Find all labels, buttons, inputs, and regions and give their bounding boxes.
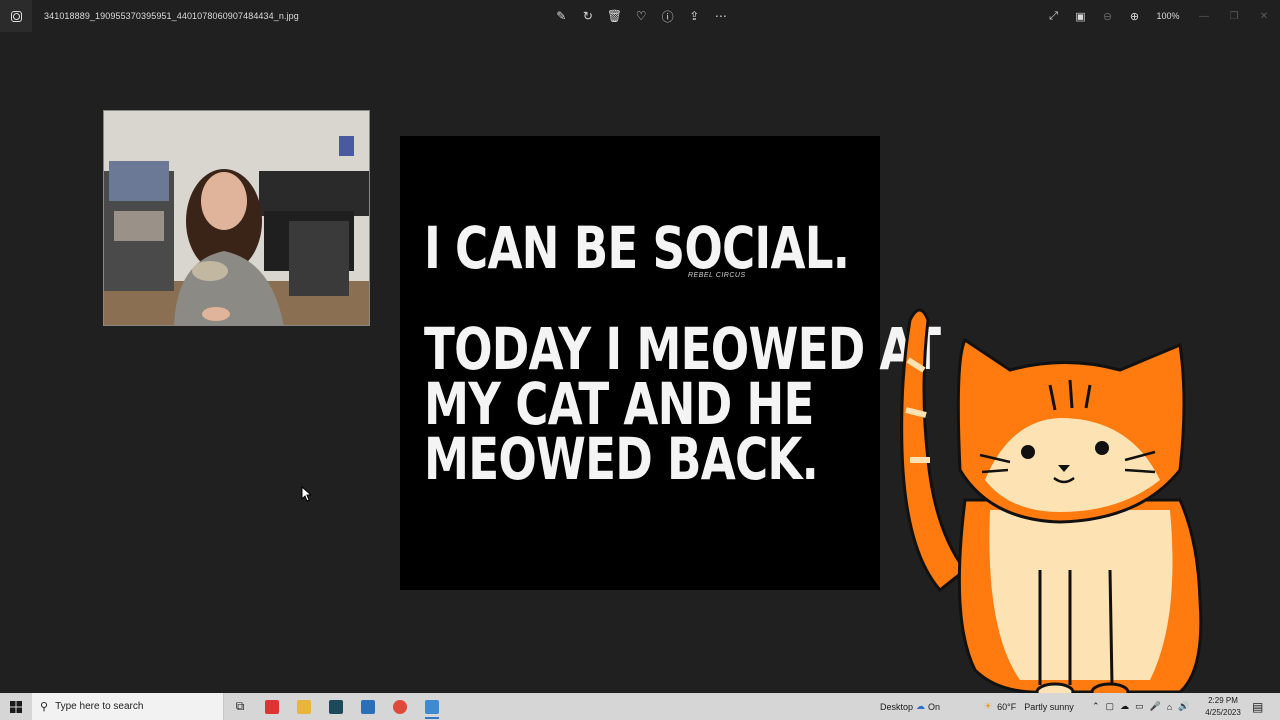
mouse-cursor-icon xyxy=(301,486,311,502)
more-icon[interactable]: ⋯ xyxy=(708,0,735,32)
tray-volume-icon[interactable]: 🔊 xyxy=(1178,701,1189,712)
desktop-label: Desktop xyxy=(880,701,914,712)
webcam-feed xyxy=(103,110,370,326)
windows-logo-icon xyxy=(10,700,22,713)
meme-image: I CAN BE SOCIAL. REBEL CIRCUS TODAY I ME… xyxy=(400,136,941,590)
webcam-image xyxy=(104,111,369,325)
tray-app-icon[interactable]: ▢ xyxy=(1106,701,1115,712)
search-icon: ⚲ xyxy=(40,701,49,713)
fit-window-icon[interactable]: ▣ xyxy=(1067,0,1094,32)
tray-network-icon[interactable]: ⌂ xyxy=(1167,702,1172,712)
taskbar: ⚲ Type here to search ⧉ xyxy=(0,693,1280,720)
tray-display-icon[interactable]: ▭ xyxy=(1135,701,1144,712)
photos-app-icon[interactable] xyxy=(0,0,32,32)
system-tray: ⌃ ▢ ☁ ▭ 🎤 ⌂ 🔊 xyxy=(1092,693,1189,720)
desktop-toolbar[interactable]: Desktop xyxy=(880,693,913,720)
minimize-button[interactable]: — xyxy=(1188,0,1220,32)
view-controls: ⤢ ▣ ⊖ ⊕ 100% xyxy=(1040,0,1186,32)
media-app-icon[interactable] xyxy=(352,693,384,720)
clock-date: 4/25/2023 xyxy=(1205,708,1241,717)
rotate-icon[interactable]: ↻ xyxy=(575,0,602,32)
weather-sun-icon: ☀ xyxy=(984,701,993,711)
fullscreen-icon[interactable]: ⤢ xyxy=(1040,0,1067,32)
cartoon-cat-image xyxy=(900,308,1203,702)
meme-signature: REBEL CIRCUS xyxy=(688,272,746,279)
onedrive-cloud-icon: ☁ xyxy=(916,701,925,711)
security-app-icon[interactable] xyxy=(256,693,288,720)
tray-expand-icon[interactable]: ⌃ xyxy=(1092,701,1100,712)
onedrive-label: On xyxy=(928,701,941,712)
weather-temp: 60°F xyxy=(997,701,1017,712)
meme-line-3: MY CAT AND HE xyxy=(424,370,814,438)
zoom-out-icon[interactable]: ⊖ xyxy=(1094,0,1121,32)
edit-icon[interactable]: ✎ xyxy=(548,0,575,32)
maximize-button[interactable]: ❐ xyxy=(1218,0,1250,32)
tray-mic-icon[interactable]: 🎤 xyxy=(1150,701,1161,712)
taskbar-clock[interactable]: 2:29 PM 4/25/2023 xyxy=(1200,693,1246,720)
clock-time: 2:29 PM xyxy=(1208,696,1238,705)
zoom-in-icon[interactable]: ⊕ xyxy=(1121,0,1148,32)
close-button[interactable]: ✕ xyxy=(1248,0,1280,32)
weather-desc: Partly sunny xyxy=(1024,701,1074,712)
delete-icon[interactable]: 🗑 xyxy=(601,0,628,32)
task-view-icon[interactable]: ⧉ xyxy=(224,693,256,720)
meme-line-4: MEOWED BACK. xyxy=(424,425,819,493)
chrome-icon[interactable] xyxy=(384,693,416,720)
photos-taskbar-icon[interactable] xyxy=(416,693,448,720)
tray-cloud-icon[interactable]: ☁ xyxy=(1120,701,1129,712)
search-placeholder: Type here to search xyxy=(55,701,144,712)
image-toolbar: ✎ ↻ 🗑 ♡ ⓘ ⇪ ⋯ xyxy=(548,0,734,32)
meme-body: TODAY I MEOWED AT MY CAT AND HE MEOWED B… xyxy=(424,315,941,493)
meme-line-2: TODAY I MEOWED AT xyxy=(424,315,941,383)
favorite-heart-icon[interactable]: ♡ xyxy=(628,0,655,32)
onedrive-status[interactable]: ☁ On xyxy=(916,693,940,720)
info-icon[interactable]: ⓘ xyxy=(654,0,681,32)
taskbar-search-input[interactable]: ⚲ Type here to search xyxy=(32,693,224,720)
weather-widget[interactable]: ☀ 60°F Partly sunny xyxy=(984,693,1074,720)
file-explorer-icon[interactable] xyxy=(288,693,320,720)
zoom-level: 100% xyxy=(1156,11,1180,21)
share-icon[interactable]: ⇪ xyxy=(681,0,708,32)
start-button[interactable] xyxy=(0,693,32,720)
meme-line-1: I CAN BE SOCIAL. xyxy=(424,214,850,282)
notification-icon[interactable]: ▤ xyxy=(1252,693,1263,720)
file-name: 341018889_190955370395951_44010780609074… xyxy=(44,11,299,21)
terminal-app-icon[interactable] xyxy=(320,693,352,720)
